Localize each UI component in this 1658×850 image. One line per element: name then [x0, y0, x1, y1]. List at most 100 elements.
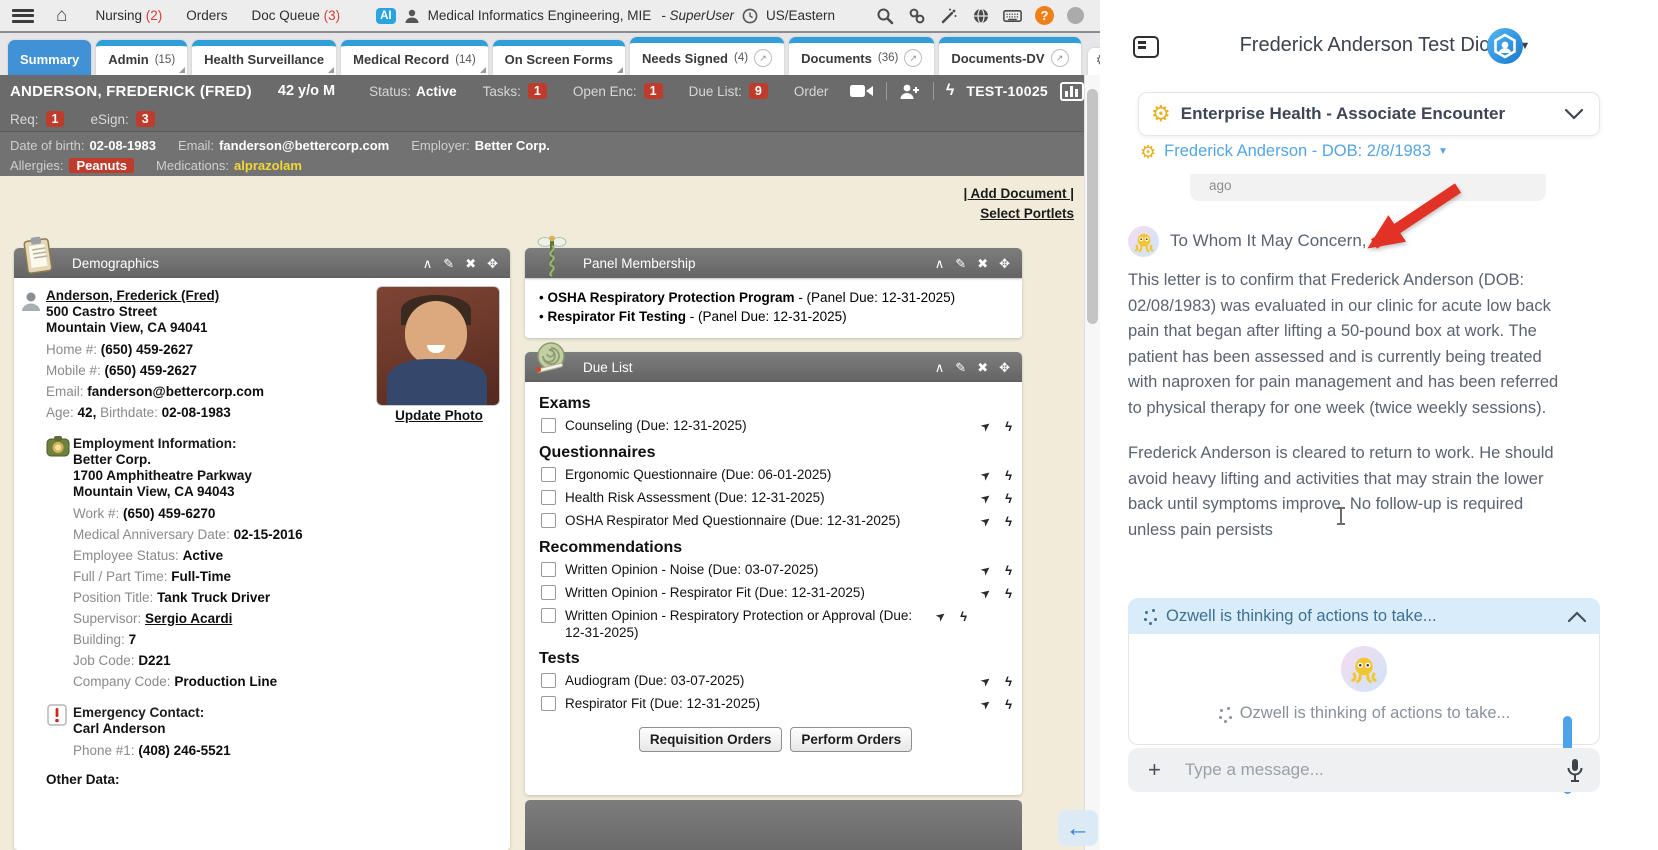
send-order-icon[interactable]: ➤ — [932, 607, 950, 627]
flowsheet-chart-icon[interactable] — [1060, 81, 1084, 101]
close-icon[interactable]: ✖ — [977, 257, 988, 270]
checkbox[interactable] — [541, 673, 556, 688]
checkbox[interactable] — [541, 585, 556, 600]
close-icon[interactable]: ✖ — [977, 361, 988, 374]
edit-icon[interactable]: ✎ — [955, 257, 966, 270]
checkbox[interactable] — [541, 418, 556, 433]
edit-icon[interactable]: ✎ — [955, 361, 966, 374]
link-icon[interactable] — [907, 6, 926, 25]
quick-order-icon[interactable]: ϟ — [1005, 418, 1012, 435]
collapse-icon[interactable]: ∧ — [935, 257, 945, 270]
external-link-icon[interactable]: ↗ — [1050, 49, 1069, 67]
send-order-icon[interactable]: ➤ — [977, 584, 995, 604]
hamburger-menu-icon[interactable] — [12, 8, 34, 23]
due-list-header[interactable]: Due List ∧ ✎ ✖ ✥ — [525, 342, 1022, 382]
medication-link[interactable]: alprazolam — [234, 158, 302, 173]
quick-order-icon[interactable]: ϟ — [1005, 696, 1012, 713]
quick-order-icon[interactable]: ϟ — [1005, 490, 1012, 507]
tasks-count-badge[interactable]: 1 — [527, 83, 547, 99]
wand-icon[interactable] — [939, 6, 958, 25]
allergy-badge[interactable]: Peanuts — [69, 157, 135, 173]
move-icon[interactable]: ✥ — [487, 257, 498, 270]
requisition-orders-button[interactable]: Requisition Orders — [638, 727, 783, 752]
quick-order-icon[interactable]: ϟ — [1005, 513, 1012, 530]
tab-documents-dv[interactable]: Documents-DV ↗ — [939, 37, 1081, 75]
tab-needs-signed[interactable]: Needs Signed (4) ↗ — [630, 37, 785, 75]
supervisor-link[interactable]: Sergio Acardi — [145, 611, 232, 626]
thinking-header[interactable]: Ozwell is thinking of actions to take... — [1128, 598, 1600, 634]
collapse-panel-button[interactable]: ← — [1058, 810, 1098, 846]
nav-doc-queue[interactable]: Doc Queue (3) — [252, 8, 341, 23]
add-person-icon[interactable] — [899, 83, 921, 100]
collapse-icon[interactable]: ∧ — [935, 361, 945, 374]
send-order-icon[interactable]: ➤ — [977, 672, 995, 692]
order-link[interactable]: Order — [794, 84, 829, 99]
panel-membership-header[interactable]: Panel Membership ∧ ✎ ✖ ✥ — [525, 235, 1022, 278]
external-link-icon[interactable]: ↗ — [754, 49, 773, 67]
tab-medical-record[interactable]: Medical Record (14) — [341, 40, 488, 75]
status-dot-icon[interactable] — [1067, 7, 1084, 24]
checkbox[interactable] — [541, 513, 556, 528]
tab-documents[interactable]: Documents (36) ↗ — [789, 37, 935, 75]
demographics-header[interactable]: Demographics ∧ ✎ ✖ ✥ — [14, 236, 510, 278]
send-order-icon[interactable]: ➤ — [977, 466, 995, 486]
quick-order-icon[interactable]: ϟ — [960, 608, 967, 625]
ozwell-logo[interactable] — [1486, 27, 1524, 65]
checkbox[interactable] — [541, 562, 556, 577]
tab-health-surveillance[interactable]: Health Surveillance — [192, 40, 337, 75]
checkbox[interactable] — [541, 608, 556, 623]
message-input[interactable] — [1182, 759, 1566, 781]
checkbox[interactable] — [541, 490, 556, 505]
send-order-icon[interactable]: ➤ — [977, 512, 995, 532]
send-order-icon[interactable]: ➤ — [977, 561, 995, 581]
due-list-count-badge[interactable]: 9 — [748, 83, 768, 99]
move-icon[interactable]: ✥ — [999, 257, 1010, 270]
chevron-up-icon[interactable] — [1568, 610, 1586, 622]
perform-orders-button[interactable]: Perform Orders — [790, 727, 913, 752]
quick-action-icon[interactable]: ϟ — [946, 82, 954, 100]
edit-icon[interactable]: ✎ — [443, 257, 454, 270]
help-icon[interactable]: ? — [1035, 6, 1054, 25]
collapse-icon[interactable]: ∧ — [423, 257, 433, 270]
keyboard-icon[interactable] — [1003, 6, 1022, 25]
quick-order-icon[interactable]: ϟ — [1005, 562, 1012, 579]
quick-order-icon[interactable]: ϟ — [1005, 585, 1012, 602]
scrollbar-thumb[interactable] — [1087, 89, 1098, 324]
checkbox[interactable] — [541, 467, 556, 482]
checkbox[interactable] — [541, 696, 556, 711]
send-order-icon[interactable]: ➤ — [977, 417, 995, 437]
quick-order-icon[interactable]: ϟ — [1005, 673, 1012, 690]
search-icon[interactable] — [875, 6, 894, 25]
tab-on-screen-forms[interactable]: On Screen Forms — [492, 40, 626, 75]
update-photo-link[interactable]: Update Photo — [378, 408, 500, 423]
nav-nursing[interactable]: Nursing (2) — [95, 8, 162, 23]
chat-title-dropdown[interactable]: Frederick Anderson Test Dict... ▼ — [1160, 34, 1610, 57]
req-count-badge[interactable]: 1 — [45, 111, 65, 127]
nav-orders[interactable]: Orders — [186, 8, 227, 23]
ai-badge[interactable]: AI — [376, 7, 396, 24]
quick-order-icon[interactable]: ϟ — [1005, 467, 1012, 484]
clock-icon[interactable] — [742, 8, 758, 24]
send-order-icon[interactable]: ➤ — [977, 489, 995, 509]
move-icon[interactable]: ✥ — [999, 361, 1010, 374]
attach-plus-icon[interactable]: + — [1148, 759, 1161, 781]
send-order-icon[interactable]: ➤ — [977, 695, 995, 715]
video-call-icon[interactable] — [849, 83, 874, 99]
select-portlets-link[interactable]: Select Portlets — [963, 206, 1074, 221]
close-icon[interactable]: ✖ — [465, 257, 476, 270]
esign-count-badge[interactable]: 3 — [135, 111, 155, 127]
external-link-icon[interactable]: ↗ — [904, 49, 923, 67]
app-scrollbar[interactable] — [1084, 75, 1100, 850]
add-document-link[interactable]: | Add Document | — [963, 186, 1074, 201]
microphone-icon[interactable] — [1566, 758, 1584, 783]
chevron-down-icon[interactable] — [1565, 108, 1583, 120]
text-cursor — [1337, 507, 1345, 525]
home-icon[interactable]: ⌂ — [56, 6, 67, 25]
patient-context-link[interactable]: ⚙ Frederick Anderson - DOB: 2/8/1983 ▼ — [1140, 142, 1448, 161]
sidebar-toggle-icon[interactable] — [1133, 36, 1159, 58]
open-enc-count-badge[interactable]: 1 — [643, 83, 663, 99]
globe-icon[interactable] — [971, 6, 990, 25]
tab-admin[interactable]: Admin (15) — [96, 40, 188, 75]
encounter-context-card[interactable]: ⚙ Enterprise Health - Associate Encounte… — [1138, 92, 1600, 136]
tab-summary[interactable]: Summary — [8, 40, 92, 75]
